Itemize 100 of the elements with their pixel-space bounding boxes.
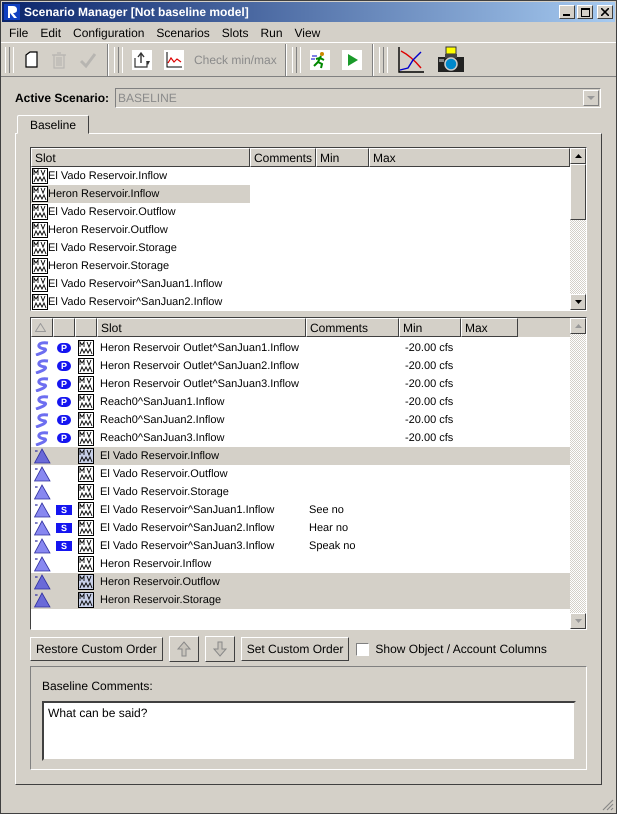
column-header[interactable]: Comments bbox=[306, 318, 399, 337]
table-row[interactable]: P Reach0^SanJuan1.Inflow -20.00 cfs bbox=[31, 393, 570, 411]
badge: S bbox=[56, 541, 72, 551]
up-arrow-icon bbox=[176, 641, 191, 657]
menu-item[interactable]: Configuration bbox=[67, 26, 150, 40]
slot-cell-text: Heron Reservoir.Inflow bbox=[99, 558, 212, 570]
slot-cell-text: Heron Reservoir Outlet^SanJuan3.Inflow bbox=[99, 378, 300, 390]
table-row[interactable]: S El Vado Reservoir^SanJuan3.Inflow Speak no bbox=[31, 537, 570, 555]
column-header[interactable]: Comments bbox=[250, 148, 316, 167]
scrollbar[interactable] bbox=[570, 148, 586, 310]
reservoir-icon bbox=[34, 502, 50, 518]
table-row[interactable]: P Heron Reservoir Outlet^SanJuan3.Inflow -20.00 cfs bbox=[31, 375, 570, 393]
column-header[interactable]: Slot bbox=[31, 148, 250, 167]
table-row[interactable]: El Vado Reservoir^SanJuan2.Inflow bbox=[31, 293, 250, 310]
menu-item[interactable]: Scenarios bbox=[150, 26, 216, 40]
camera-icon bbox=[436, 46, 465, 74]
reservoir-icon bbox=[34, 574, 50, 590]
active-scenario-label: Active Scenario: bbox=[15, 91, 110, 105]
reservoir-icon bbox=[34, 484, 50, 500]
slot-cell-text: El Vado Reservoir.Outflow bbox=[99, 468, 229, 480]
table-row[interactable]: Heron Reservoir.Inflow bbox=[31, 185, 250, 203]
table-row[interactable]: El Vado Reservoir^SanJuan1.Inflow bbox=[31, 275, 250, 293]
slot-cell-text: Reach0^SanJuan3.Inflow bbox=[99, 432, 226, 444]
checkbox-label[interactable]: Show Object / Account Columns bbox=[375, 642, 547, 656]
badge: P bbox=[57, 397, 71, 407]
badge: P bbox=[57, 361, 71, 371]
reach-icon bbox=[34, 412, 50, 428]
badge: P bbox=[57, 379, 71, 389]
series-slot-icon bbox=[78, 592, 94, 608]
min-cell: -20.00 cfs bbox=[405, 432, 454, 444]
table-row[interactable]: El Vado Reservoir.Storage bbox=[31, 239, 250, 257]
column-header[interactable]: Min bbox=[399, 318, 461, 337]
minimize-button[interactable] bbox=[559, 5, 575, 19]
slot-cell-text: El Vado Reservoir.Inflow bbox=[99, 450, 220, 462]
series-slot-icon bbox=[78, 448, 94, 464]
series-slot-icon bbox=[78, 412, 94, 428]
reach-icon bbox=[34, 358, 50, 374]
badge: P bbox=[57, 343, 71, 353]
reach-icon bbox=[34, 430, 50, 446]
menu-item[interactable]: View bbox=[288, 26, 326, 40]
comment-cell: Hear no bbox=[309, 522, 348, 534]
table-row[interactable]: Heron Reservoir.Outflow bbox=[31, 221, 250, 239]
column-header[interactable]: Max bbox=[461, 318, 518, 337]
series-slot-icon bbox=[78, 538, 94, 554]
badge: P bbox=[57, 433, 71, 443]
slot-cell-text: El Vado Reservoir^SanJuan1.Inflow bbox=[99, 504, 276, 516]
column-header[interactable] bbox=[75, 318, 97, 337]
column-header[interactable] bbox=[31, 318, 53, 337]
series-slot-icon bbox=[78, 484, 94, 500]
table-row[interactable]: Heron Reservoir.Outflow bbox=[31, 573, 570, 591]
app-icon bbox=[4, 4, 20, 20]
order-button[interactable]: Restore Custom Order bbox=[30, 637, 163, 661]
series-slot-icon bbox=[78, 394, 94, 410]
menu-item[interactable]: File bbox=[3, 26, 34, 40]
series-slot-icon bbox=[78, 520, 94, 536]
menu-item[interactable]: Run bbox=[254, 26, 288, 40]
comment-cell: See no bbox=[309, 504, 344, 516]
column-header[interactable]: Max bbox=[369, 148, 570, 167]
table-row[interactable]: El Vado Reservoir.Storage bbox=[31, 483, 570, 501]
slot-cell-text: Heron Reservoir.Outflow bbox=[99, 576, 221, 588]
maximize-button[interactable] bbox=[577, 5, 593, 19]
column-header[interactable] bbox=[53, 318, 75, 337]
table-row[interactable]: P Reach0^SanJuan2.Inflow -20.00 cfs bbox=[31, 411, 570, 429]
page-icon bbox=[23, 50, 39, 68]
maximize-icon bbox=[580, 8, 590, 16]
table-row[interactable]: P Heron Reservoir Outlet^SanJuan1.Inflow -20.00 cfs bbox=[31, 339, 570, 357]
scroll-up-icon bbox=[574, 154, 582, 158]
checkbox[interactable] bbox=[356, 642, 370, 656]
reach-icon bbox=[34, 340, 50, 356]
trash-icon bbox=[51, 50, 67, 68]
menu-item[interactable]: Edit bbox=[34, 26, 68, 40]
min-cell: -20.00 cfs bbox=[405, 378, 454, 390]
reservoir-icon bbox=[34, 448, 50, 464]
checkmark-icon bbox=[79, 50, 97, 68]
resize-grip-icon[interactable] bbox=[602, 799, 614, 811]
table-row[interactable]: Heron Reservoir.Storage bbox=[31, 591, 570, 609]
table-row[interactable]: El Vado Reservoir.Inflow bbox=[31, 447, 570, 465]
series-slot-icon bbox=[78, 358, 94, 374]
table-row[interactable]: El Vado Reservoir.Outflow bbox=[31, 203, 250, 221]
column-header[interactable]: Slot bbox=[97, 318, 306, 337]
scrollbar[interactable] bbox=[570, 318, 586, 629]
comments-field[interactable]: What can be said? bbox=[42, 701, 576, 761]
series-slot-icon bbox=[78, 502, 94, 518]
slot-cell-text: Reach0^SanJuan1.Inflow bbox=[99, 396, 226, 408]
tab[interactable]: Baseline bbox=[17, 115, 90, 134]
min-cell: -20.00 cfs bbox=[405, 396, 454, 408]
table-row[interactable]: El Vado Reservoir.Outflow bbox=[31, 465, 570, 483]
column-header[interactable]: Min bbox=[316, 148, 369, 167]
table-row[interactable]: Heron Reservoir.Storage bbox=[31, 257, 250, 275]
comments-label: Baseline Comments: bbox=[42, 679, 154, 695]
menu-item[interactable]: Slots bbox=[216, 26, 254, 40]
order-button[interactable]: Set Custom Order bbox=[240, 637, 350, 661]
window-title: Scenario Manager [Not baseline model] bbox=[24, 5, 250, 19]
table-row[interactable]: P Heron Reservoir Outlet^SanJuan2.Inflow -20.00 cfs bbox=[31, 357, 570, 375]
line-chart-icon bbox=[164, 50, 184, 70]
table-row[interactable]: S El Vado Reservoir^SanJuan2.Inflow Hear no bbox=[31, 519, 570, 537]
table-row[interactable]: Heron Reservoir.Inflow bbox=[31, 555, 570, 573]
table-row[interactable]: S El Vado Reservoir^SanJuan1.Inflow See no bbox=[31, 501, 570, 519]
table-row[interactable]: El Vado Reservoir.Inflow bbox=[31, 167, 250, 185]
close-button[interactable] bbox=[597, 5, 613, 19]
